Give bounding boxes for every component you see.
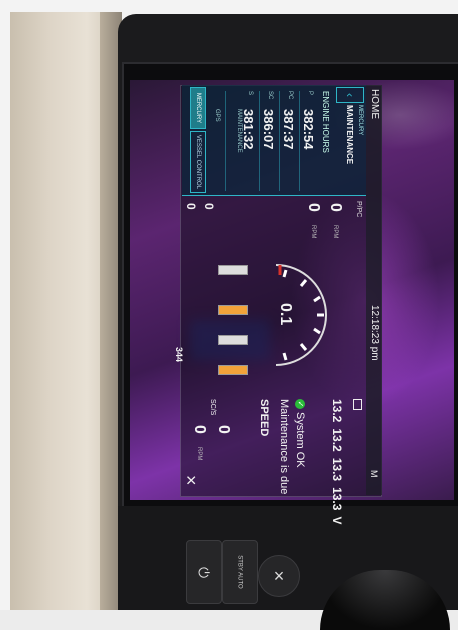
clock: 12:18:23 pm bbox=[369, 305, 380, 361]
starboard-engine-label: SC/S bbox=[209, 399, 216, 416]
volt-value: 13.2 bbox=[330, 399, 344, 423]
engine-tag: SC bbox=[267, 91, 273, 100]
trim-bar bbox=[218, 335, 248, 345]
rpm-value: 0 bbox=[327, 203, 344, 212]
volt-value: 13.3 bbox=[330, 487, 344, 511]
volt-value: 13.3 bbox=[330, 457, 344, 482]
status-bar: HOME 12:18:23 pm M bbox=[366, 85, 382, 495]
system-status: ✓ System OK bbox=[294, 399, 306, 468]
tab-mercury[interactable]: MERCURY bbox=[190, 87, 206, 129]
power-button[interactable]: ⏻ bbox=[186, 540, 222, 604]
maintenance-due: Maintenance is due bbox=[278, 399, 290, 495]
gps-label: GPS bbox=[214, 109, 220, 122]
engine-hours-value: 387:37 bbox=[281, 109, 296, 150]
engine-hours-row: S 381:32 MAINTENANCE bbox=[225, 91, 256, 191]
power-icon: ⏻ bbox=[196, 566, 213, 578]
trim-bar bbox=[218, 365, 248, 375]
port-engine-label: P/PC bbox=[355, 201, 362, 218]
engine-hours-row: PC 387:37 bbox=[279, 91, 296, 191]
small-readout: 0 bbox=[184, 203, 198, 210]
maintenance-panel: ‹ MERCURY MAINTENANCE ENGINE HOURS P 382… bbox=[182, 85, 366, 196]
maintenance-sub-label: MAINTENANCE bbox=[236, 109, 242, 153]
engine-hours-value: 382:54 bbox=[301, 109, 316, 150]
battery-icon bbox=[353, 399, 362, 410]
status-panel: 13.2 13.2 13.3 13.3 V ✓ System OK Maintenance… bbox=[180, 395, 366, 524]
chevron-left-icon: ‹ bbox=[343, 93, 357, 97]
engine-tag: PC bbox=[287, 91, 293, 100]
tab-bar: MERCURY VESSEL CONTROL bbox=[190, 85, 206, 195]
engine-tag: P bbox=[307, 91, 313, 96]
system-status-text: System OK bbox=[294, 412, 306, 468]
engine-hours-row: SC 386:07 bbox=[259, 91, 276, 191]
signal-icon: M bbox=[369, 470, 379, 478]
port-engine-rpm: P/PC 0 RPM 0 RPM 0 0 bbox=[182, 197, 366, 238]
trim-indicators bbox=[208, 245, 248, 395]
cancel-button[interactable]: × bbox=[258, 555, 300, 597]
trim-bar bbox=[218, 265, 248, 275]
rpm-unit: RPM bbox=[196, 447, 202, 461]
speed-label: SPEED bbox=[258, 399, 270, 437]
tab-vessel-control[interactable]: VESSEL CONTROL bbox=[190, 131, 206, 193]
speed-value: 0.1 bbox=[277, 303, 294, 326]
battery-volts: 13.2 13.2 13.3 13.3 V bbox=[330, 399, 344, 530]
close-icon: × bbox=[273, 565, 285, 586]
small-readout: 0 bbox=[202, 203, 216, 210]
check-icon: ✓ bbox=[294, 399, 305, 409]
trim-bar bbox=[218, 305, 248, 315]
rpm-value: 0 bbox=[215, 425, 232, 434]
speed-gauge: 0.1 344 bbox=[174, 235, 366, 395]
rpm-value: 0 bbox=[191, 425, 208, 434]
section-title: MAINTENANCE bbox=[345, 105, 354, 165]
fuel-value: 344 bbox=[174, 347, 184, 363]
engine-hours-label: ENGINE HOURS bbox=[321, 91, 330, 153]
back-button[interactable]: ‹ bbox=[336, 87, 364, 103]
engine-hours-row: P 382:54 bbox=[299, 91, 316, 191]
volt-value: 13.2 bbox=[330, 428, 344, 452]
breadcrumb: MERCURY bbox=[357, 105, 363, 136]
chartplotter-ui: HOME 12:18:23 pm M ‹ MERCURY MAINTENANCE… bbox=[174, 85, 382, 524]
engine-hours-value: 381:32 bbox=[241, 109, 256, 150]
stby-auto-label: STBY AUTO bbox=[237, 555, 243, 589]
engine-hours-value: 386:07 bbox=[261, 109, 276, 150]
close-icon[interactable]: × bbox=[180, 475, 201, 486]
engine-tag: S bbox=[247, 91, 253, 96]
volt-unit: V bbox=[330, 516, 344, 525]
rpm-value: 0 bbox=[305, 203, 322, 212]
stby-auto-button[interactable]: STBY AUTO bbox=[222, 540, 258, 604]
page-title[interactable]: HOME bbox=[366, 89, 382, 119]
